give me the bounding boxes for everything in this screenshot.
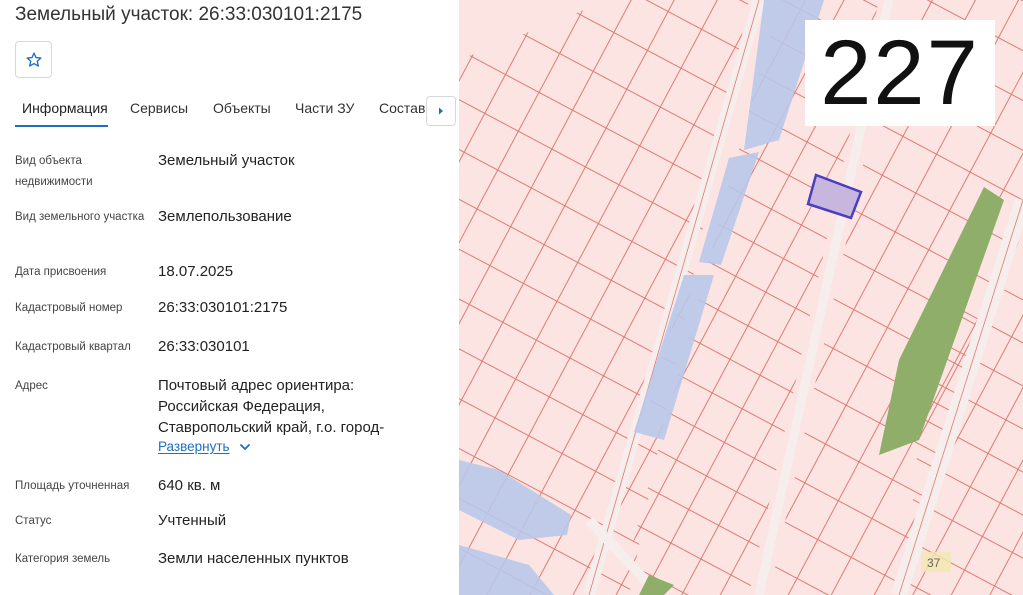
tab-services[interactable]: Сервисы [130, 100, 188, 116]
address-line-1: Почтовый адрес ориентира: [158, 377, 355, 394]
status-value: Учтенный [158, 512, 227, 529]
expand-address-link[interactable]: Развернуть [158, 439, 252, 454]
address-label: Адрес [15, 380, 48, 392]
tab-bar: Информация Сервисы Объекты Части ЗУ Сост… [0, 94, 459, 128]
tab-parts[interactable]: Части ЗУ [295, 100, 354, 116]
overlay-number: 227 [805, 20, 995, 126]
cadastral-quarter-value: 26:33:030101 [158, 338, 250, 355]
object-type-label: Вид объекта недвижимости [15, 155, 93, 188]
assign-date-value: 18.07.2025 [158, 263, 234, 280]
star-outline-icon [25, 51, 42, 67]
object-type-value: Земельный участок [158, 152, 295, 169]
status-label: Статус [15, 515, 52, 527]
caret-right-icon [439, 107, 443, 115]
tab-information[interactable]: Информация [22, 100, 108, 116]
cadastral-map[interactable]: 37 227 [459, 0, 1023, 595]
land-category-value: Земли населенных пунктов [158, 550, 349, 567]
page-title: Земельный участок: 26:33:030101:2175 [15, 4, 363, 25]
address-line-3: Ставропольский край, г.о. город- [158, 419, 385, 436]
house-number-label: 37 [927, 556, 941, 570]
area-value: 640 кв. м [158, 477, 221, 494]
tab-objects[interactable]: Объекты [213, 100, 271, 116]
cadastral-number-value: 26:33:030101:2175 [158, 299, 288, 316]
area-label: Площадь уточненная [15, 480, 130, 492]
chevron-down-icon [239, 443, 250, 450]
assign-date-label: Дата присвоения [15, 266, 107, 278]
cadastral-quarter-label: Кадастровый квартал [15, 341, 131, 353]
cadastral-number-label: Кадастровый номер [15, 302, 123, 314]
expand-label: Развернуть [158, 439, 230, 454]
info-panel: Земельный участок: 26:33:030101:2175 Инф… [0, 0, 459, 595]
land-category-label: Категория земель [15, 553, 111, 565]
tab-composition[interactable]: Состав [379, 100, 425, 116]
address-line-2: Российская Федерация, [158, 398, 325, 415]
active-tab-indicator [15, 125, 108, 127]
land-type-label: Вид земельного участка [15, 211, 145, 223]
land-type-value: Землепользование [158, 208, 292, 225]
favorite-button[interactable] [15, 41, 52, 78]
tab-scroll-right-button[interactable] [426, 96, 456, 126]
